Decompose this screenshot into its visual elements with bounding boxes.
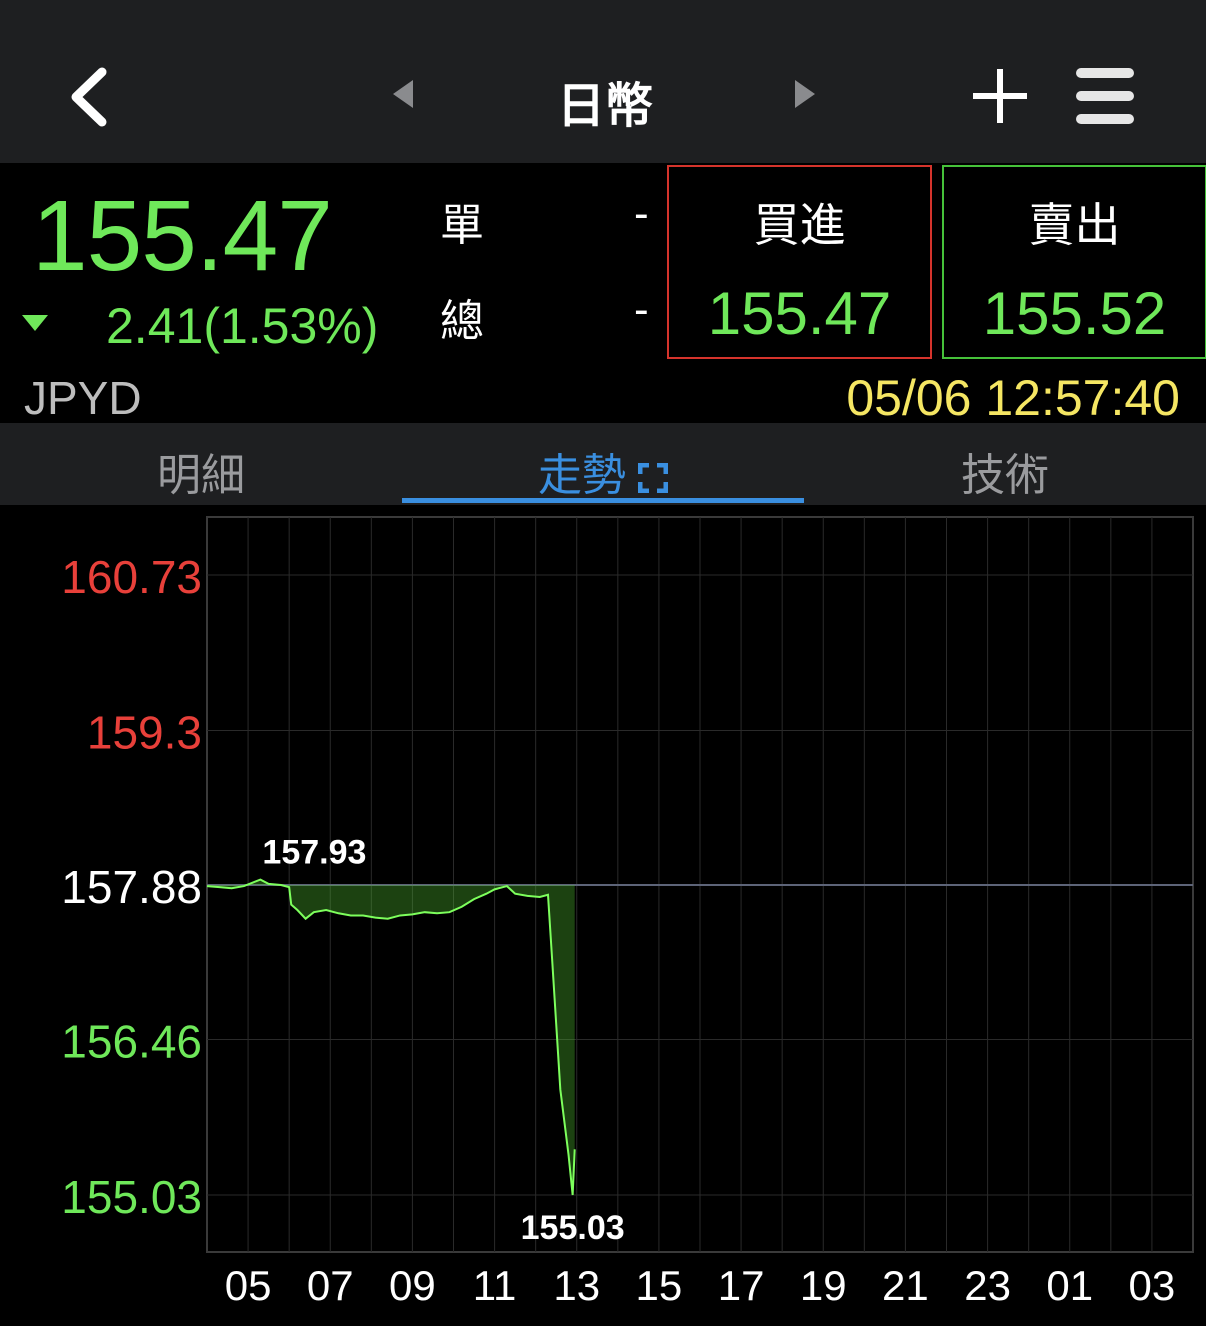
sell-quote-box[interactable]: 賣出 155.52	[942, 165, 1206, 359]
y-tick-label: 155.03	[61, 1171, 202, 1223]
single-volume-label: 單	[440, 200, 484, 251]
menu-icon	[1076, 68, 1134, 124]
x-tick-label: 07	[307, 1262, 354, 1309]
last-price: 155.47	[32, 180, 333, 292]
tab-detail-label: 明細	[157, 450, 245, 501]
buy-quote-box[interactable]: 買進 155.47	[667, 165, 932, 359]
x-tick-label: 21	[882, 1262, 929, 1309]
single-volume-value: -	[634, 189, 649, 238]
prev-item-arrow[interactable]	[393, 80, 413, 108]
total-volume-label: 總	[440, 296, 484, 347]
menu-button[interactable]	[1074, 66, 1136, 126]
x-tick-label: 09	[389, 1262, 436, 1309]
y-tick-label: 157.88	[61, 861, 202, 913]
top-nav-bar: 日幣	[0, 0, 1206, 163]
tab-technical[interactable]: 技術	[804, 439, 1206, 503]
plus-icon	[973, 69, 1027, 123]
expand-icon[interactable]	[638, 463, 668, 493]
active-tab-indicator	[402, 498, 804, 503]
add-button[interactable]	[970, 66, 1030, 126]
next-item-arrow[interactable]	[795, 80, 815, 108]
x-tick-label: 19	[800, 1262, 847, 1309]
x-tick-label: 23	[964, 1262, 1011, 1309]
x-tick-label: 03	[1129, 1262, 1176, 1309]
x-tick-label: 11	[473, 1262, 517, 1309]
trend-chart[interactable]: 160.73 159.3 157.88 156.46 155.03 157.93 155.0…	[0, 505, 1206, 1321]
x-tick-label: 17	[718, 1262, 765, 1309]
tab-trend-label: 走勢	[538, 450, 626, 501]
down-triangle-icon	[22, 315, 48, 331]
sell-price: 155.52	[982, 280, 1167, 347]
x-tick-label: 05	[225, 1262, 272, 1309]
price-change: 2.41(1.53%)	[106, 297, 378, 355]
view-tabs: 明細 走勢 技術	[0, 423, 1206, 505]
symbol-code: JPYD	[24, 372, 142, 424]
y-tick-label: 156.46	[61, 1015, 202, 1067]
change-percent: (1.53%)	[203, 298, 379, 354]
x-tick-label: 15	[636, 1262, 683, 1309]
sell-label: 賣出	[1028, 198, 1121, 252]
tab-detail[interactable]: 明細	[0, 439, 402, 503]
chevron-left-icon	[71, 67, 107, 127]
low-price-label: 155.03	[521, 1209, 625, 1247]
buy-price: 155.47	[707, 280, 892, 347]
high-price-label: 157.93	[262, 834, 366, 872]
page-title: 日幣	[556, 78, 653, 134]
y-tick-label: 159.3	[87, 707, 202, 759]
change-value: 2.41	[106, 298, 204, 354]
x-tick-label: 01	[1046, 1262, 1093, 1309]
quote-timestamp: 05/06 12:57:40	[846, 370, 1180, 426]
buy-label: 買進	[753, 198, 846, 252]
price-area	[207, 879, 575, 1195]
y-tick-label: 160.73	[61, 551, 202, 603]
total-volume-value: -	[634, 285, 649, 334]
back-button[interactable]	[62, 62, 122, 132]
tab-trend[interactable]: 走勢	[402, 439, 804, 503]
quote-summary: 155.47 2.41(1.53%) 單 - 總 - 買進 155.47 賣出 …	[0, 163, 1206, 426]
trend-chart-panel: 160.73 159.3 157.88 156.46 155.03 157.93 155.0…	[0, 505, 1206, 1321]
tab-technical-label: 技術	[961, 450, 1049, 501]
price-line	[206, 878, 576, 1196]
x-tick-label: 13	[553, 1262, 600, 1309]
